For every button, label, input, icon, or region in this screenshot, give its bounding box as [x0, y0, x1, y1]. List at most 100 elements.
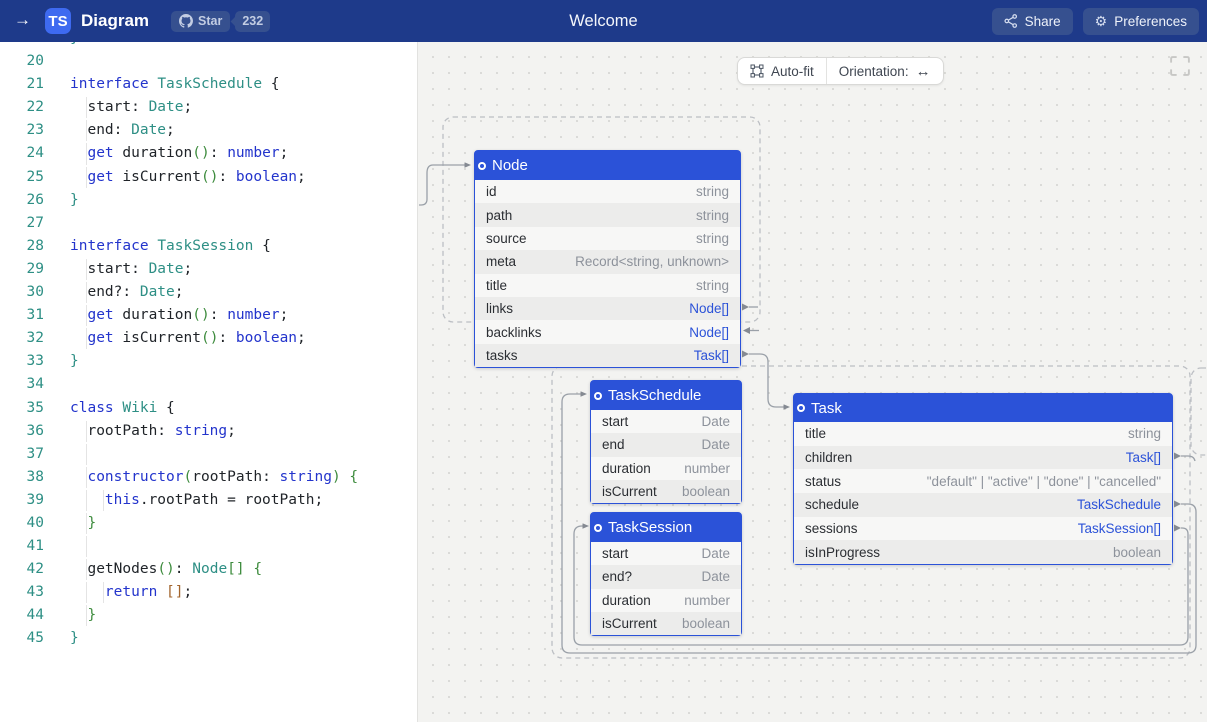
- entity-taskschedule[interactable]: TaskSchedulestartDateendDatedurationnumb…: [590, 380, 742, 504]
- entity-row-duration: duration number: [591, 589, 741, 612]
- line-number: 24: [0, 142, 44, 165]
- code-line: 21interface TaskSchedule {: [0, 73, 417, 96]
- github-star-widget[interactable]: Star 232: [171, 11, 270, 32]
- fullscreen-button[interactable]: [1170, 56, 1192, 78]
- entity-header-task[interactable]: Task: [794, 394, 1172, 422]
- entity-row-schedule: scheduleTaskSchedule: [794, 493, 1172, 517]
- line-number: 23: [0, 119, 44, 142]
- line-number: 25: [0, 166, 44, 189]
- field-type: string: [1128, 426, 1161, 441]
- canvas-toolbar: Auto-fit Orientation: ↔: [737, 57, 944, 85]
- field-name: duration: [602, 593, 651, 608]
- entity-task[interactable]: TasktitlestringchildrenTask[]status"defa…: [793, 393, 1173, 565]
- app-name: Diagram: [81, 11, 149, 31]
- gear-icon: ⚙: [1095, 14, 1108, 28]
- code-line: 39 this.rootPath = rootPath;: [0, 489, 417, 512]
- code-line: 34: [0, 373, 417, 396]
- fullscreen-icon: [1170, 56, 1190, 76]
- field-type-link[interactable]: Task[]: [694, 348, 729, 363]
- navbar: → TS Diagram Star 232 Welcome Share: [0, 0, 1207, 42]
- autofit-button[interactable]: Auto-fit: [738, 58, 826, 84]
- field-name: sessions: [805, 521, 858, 536]
- entity-row-isCurrent: isCurrentboolean: [591, 480, 741, 503]
- entity-row-path: pathstring: [475, 203, 740, 226]
- line-number: 39: [0, 489, 44, 512]
- field-type: string: [696, 184, 729, 199]
- code-line: 42 getNodes(): Node[] {: [0, 558, 417, 581]
- back-arrow-icon[interactable]: →: [8, 10, 37, 32]
- orientation-arrow-icon: ↔: [916, 63, 931, 80]
- field-name: backlinks: [486, 325, 542, 340]
- code-line: 38 constructor(rootPath: string) {: [0, 466, 417, 489]
- field-type-link[interactable]: Node[]: [689, 325, 729, 340]
- field-name: id: [486, 184, 497, 199]
- code-line: 32 get isCurrent(): boolean;: [0, 327, 417, 350]
- connector-circle: [594, 392, 602, 400]
- code-text: }: [70, 604, 417, 627]
- entity-row-end?: end?Date: [591, 565, 741, 588]
- app-logo[interactable]: TS: [45, 8, 71, 34]
- share-button[interactable]: Share: [992, 8, 1073, 35]
- entity-row-status: status"default" | "active" | "done" | "c…: [794, 469, 1172, 493]
- code-text: [70, 373, 417, 396]
- code-line: 28interface TaskSession {: [0, 235, 417, 258]
- field-name: isInProgress: [805, 545, 880, 560]
- autofit-icon: [750, 64, 764, 78]
- orientation-button[interactable]: Orientation: ↔: [826, 58, 943, 84]
- code-line: 29 start: Date;: [0, 258, 417, 281]
- field-type: number: [684, 593, 730, 608]
- github-star-button[interactable]: Star: [171, 11, 230, 32]
- entity-row-children: childrenTask[]: [794, 446, 1172, 470]
- entity-header-tasksession[interactable]: TaskSession: [591, 513, 741, 542]
- code-text: get duration(): number;: [70, 142, 417, 165]
- code-text: }: [70, 627, 417, 650]
- entity-row-start: startDate: [591, 542, 741, 565]
- field-type: boolean: [682, 616, 730, 631]
- field-name: start: [602, 414, 628, 429]
- field-type-link[interactable]: TaskSession[]: [1078, 521, 1161, 536]
- connector-circle: [797, 404, 805, 412]
- field-type-link[interactable]: TaskSchedule: [1077, 497, 1161, 512]
- code-text: start: Date;: [70, 258, 417, 281]
- connector-circle: [478, 162, 486, 170]
- field-type-link[interactable]: Task[]: [1126, 450, 1161, 465]
- preferences-button[interactable]: ⚙ Preferences: [1083, 8, 1199, 35]
- entity-header-node[interactable]: Node: [475, 151, 740, 180]
- connector-circle: [594, 524, 602, 532]
- share-icon: [1004, 14, 1018, 28]
- entity-row-links: linksNode[]: [475, 297, 740, 320]
- line-number: 32: [0, 327, 44, 350]
- github-icon: [179, 14, 193, 28]
- field-type-link[interactable]: Node[]: [689, 301, 729, 316]
- entity-title: Node: [492, 157, 528, 174]
- entity-row-backlinks: backlinks Node[]: [475, 320, 740, 343]
- field-type: Date: [701, 546, 730, 561]
- entity-layer: NodeidstringpathstringsourcestringmetaRe…: [418, 42, 1207, 722]
- github-star-count[interactable]: 232: [235, 11, 270, 32]
- code-line: 26}: [0, 189, 417, 212]
- entity-title: TaskSchedule: [608, 387, 701, 404]
- field-type: string: [696, 278, 729, 293]
- share-label: Share: [1025, 14, 1061, 29]
- field-name: meta: [486, 254, 516, 269]
- line-number: 43: [0, 581, 44, 604]
- code-text: }: [70, 512, 417, 535]
- entity-tasksession[interactable]: TaskSessionstartDateend?Date duration numb…: [590, 512, 742, 636]
- entity-row-end: endDate: [591, 433, 741, 456]
- code-line: 23 end: Date;: [0, 119, 417, 142]
- line-number: 36: [0, 420, 44, 443]
- entity-row-sessions: sessions TaskSession[]: [794, 517, 1172, 541]
- diagram-canvas[interactable]: NodeidstringpathstringsourcestringmetaRe…: [418, 42, 1207, 722]
- field-name: duration: [602, 461, 651, 476]
- github-star-label: Star: [198, 14, 222, 28]
- field-type: number: [684, 461, 730, 476]
- code-line: 27: [0, 212, 417, 235]
- code-text: }: [70, 189, 417, 212]
- entity-header-taskschedule[interactable]: TaskSchedule: [591, 381, 741, 410]
- code-line: 24 get duration(): number;: [0, 142, 417, 165]
- entity-row-isInProgress: isInProgressboolean: [794, 540, 1172, 564]
- code-editor[interactable]: 19}2021interface TaskSchedule {22 start:…: [0, 42, 418, 722]
- code-text: get isCurrent(): boolean;: [70, 166, 417, 189]
- code-text: interface TaskSchedule {: [70, 73, 417, 96]
- entity-node[interactable]: NodeidstringpathstringsourcestringmetaRe…: [474, 150, 741, 368]
